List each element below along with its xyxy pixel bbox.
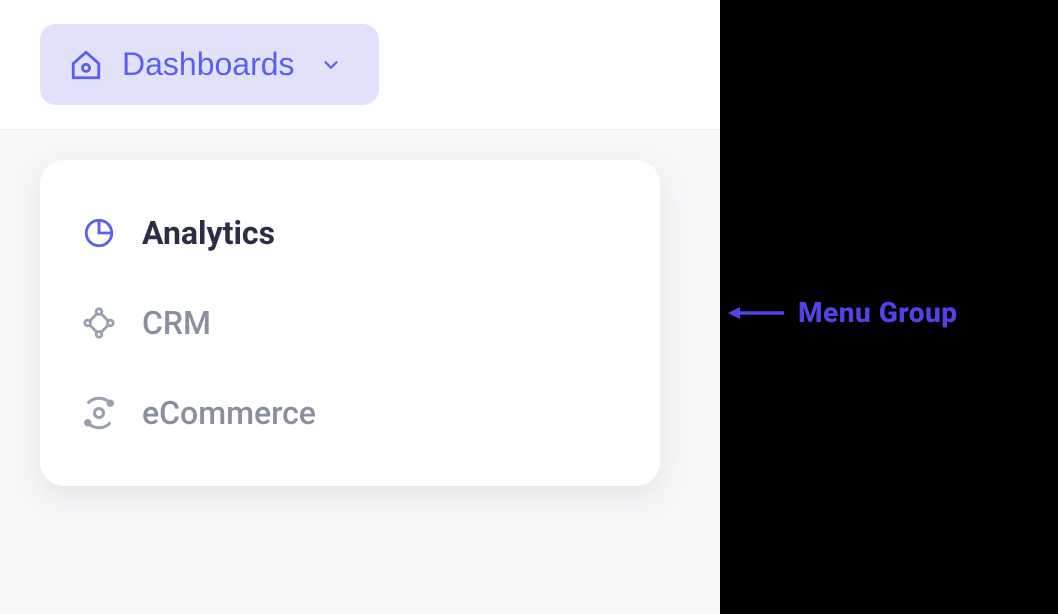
menu-group-dropdown: Analytics CRM [40, 160, 660, 486]
chevron-down-icon [317, 51, 345, 79]
left-panel: Dashboards Analytics [0, 0, 720, 614]
menu-item-ecommerce[interactable]: eCommerce [40, 368, 660, 458]
annotation-label: Menu Group [798, 296, 958, 329]
pie-chart-icon [80, 214, 118, 252]
menu-item-analytics[interactable]: Analytics [40, 188, 660, 278]
menu-item-label: Analytics [142, 214, 275, 252]
nav-label: Dashboards [122, 46, 295, 83]
annotation: Menu Group [728, 296, 958, 329]
orbit-icon [80, 394, 118, 432]
nodes-icon [80, 304, 118, 342]
topbar: Dashboards [0, 0, 720, 130]
menu-item-label: CRM [142, 304, 211, 342]
menu-item-label: eCommerce [142, 394, 316, 432]
dashboards-nav-button[interactable]: Dashboards [40, 24, 379, 105]
menu-item-crm[interactable]: CRM [40, 278, 660, 368]
home-icon [68, 47, 104, 83]
arrow-left-icon [728, 303, 786, 323]
